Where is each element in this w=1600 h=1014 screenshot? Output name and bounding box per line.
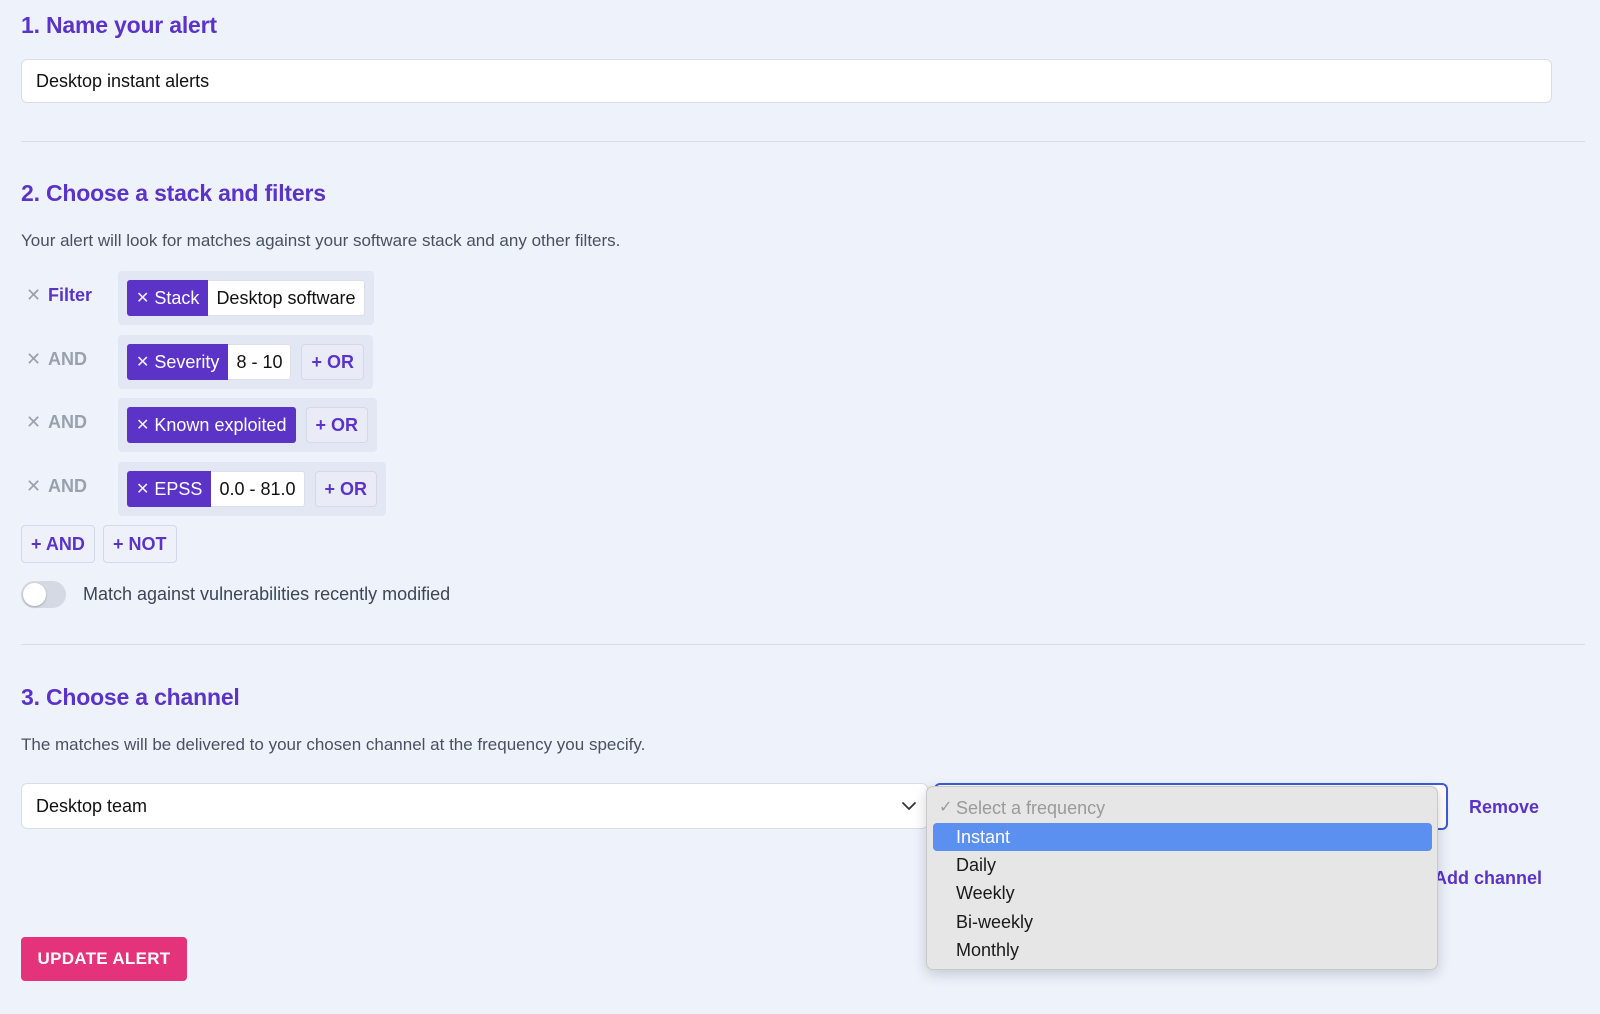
filter-value[interactable]: 8 - 10 <box>228 344 292 380</box>
alert-name-input[interactable]: Desktop instant alerts <box>21 59 1552 103</box>
row-label: AND <box>48 476 87 496</box>
frequency-dropdown-menu: ✓ Select a frequency Instant Daily Weekl… <box>926 786 1438 970</box>
add-or-button[interactable]: + OR <box>301 344 364 380</box>
frequency-option[interactable]: Bi-weekly <box>933 908 1432 936</box>
divider <box>21 141 1585 142</box>
filter-row: ✕ AND ✕ EPSS 0.0 - 81.0 + OR <box>21 462 621 516</box>
add-channel-link[interactable]: Add channel <box>1434 868 1542 889</box>
chip-label: Severity <box>154 351 220 372</box>
frequency-option[interactable]: Daily <box>933 851 1432 879</box>
chevron-down-icon <box>902 802 916 810</box>
add-and-button[interactable]: + AND <box>21 525 95 563</box>
add-not-button[interactable]: + NOT <box>103 525 177 563</box>
divider <box>21 644 1585 645</box>
recently-modified-toggle[interactable] <box>21 581 66 608</box>
row-label: Filter <box>48 285 93 305</box>
filter-value[interactable]: Desktop software <box>208 280 365 316</box>
filter-group: ✕ Severity 8 - 10 + OR <box>118 335 373 389</box>
channel-select-value: Desktop team <box>36 796 148 816</box>
remove-channel-link[interactable]: Remove <box>1469 797 1539 818</box>
chip-remove-icon[interactable]: ✕ <box>136 352 149 372</box>
frequency-option[interactable]: Monthly <box>933 936 1432 964</box>
section-3-help: The matches will be delivered to your ch… <box>21 735 646 754</box>
filter-chip-known-exploited[interactable]: ✕ Known exploited <box>127 407 296 443</box>
chip-label: Stack <box>154 287 200 308</box>
row-label: AND <box>48 349 87 369</box>
update-alert-button[interactable]: UPDATE ALERT <box>21 937 187 981</box>
filter-group: ✕ Known exploited + OR <box>118 398 378 452</box>
chip-label: Known exploited <box>154 414 287 435</box>
add-or-button[interactable]: + OR <box>305 407 369 443</box>
section-2-title: 2. Choose a stack and filters <box>21 180 326 206</box>
remove-row-icon[interactable]: ✕ <box>26 349 41 370</box>
check-icon: ✓ <box>939 799 953 816</box>
option-label: Select a frequency <box>956 798 1106 818</box>
remove-row-icon[interactable]: ✕ <box>26 476 41 497</box>
section-2-help: Your alert will look for matches against… <box>21 231 621 250</box>
remove-row-icon[interactable]: ✕ <box>26 412 41 433</box>
frequency-option[interactable]: Instant <box>933 823 1432 851</box>
channel-select[interactable]: Desktop team <box>21 783 928 829</box>
chip-remove-icon[interactable]: ✕ <box>136 288 149 308</box>
section-3-title: 3. Choose a channel <box>21 684 240 710</box>
add-or-button[interactable]: + OR <box>314 471 378 507</box>
filter-row: ✕ AND ✕ Known exploited + OR <box>21 398 621 452</box>
toggle-knob <box>23 583 46 606</box>
filter-group: ✕ EPSS 0.0 - 81.0 + OR <box>118 462 387 516</box>
filter-row: ✕ Filter ✕ Stack Desktop software <box>21 271 621 325</box>
row-label: AND <box>48 412 87 432</box>
filter-row: ✕ AND ✕ Severity 8 - 10 + OR <box>21 335 621 389</box>
remove-row-icon[interactable]: ✕ <box>26 285 41 306</box>
filter-value[interactable]: 0.0 - 81.0 <box>211 471 305 507</box>
chip-remove-icon[interactable]: ✕ <box>136 479 149 499</box>
filter-group: ✕ Stack Desktop software <box>118 271 374 325</box>
frequency-option-placeholder: ✓ Select a frequency <box>933 794 1432 822</box>
chip-label: EPSS <box>154 478 203 499</box>
filter-chip-epss[interactable]: ✕ EPSS <box>127 471 212 507</box>
section-1-title: 1. Name your alert <box>21 12 217 38</box>
chip-remove-icon[interactable]: ✕ <box>136 415 149 435</box>
frequency-option[interactable]: Weekly <box>933 879 1432 907</box>
filter-chip-severity[interactable]: ✕ Severity <box>127 344 229 380</box>
toggle-label: Match against vulnerabilities recently m… <box>83 584 451 604</box>
filter-chip-stack[interactable]: ✕ Stack <box>127 280 209 316</box>
